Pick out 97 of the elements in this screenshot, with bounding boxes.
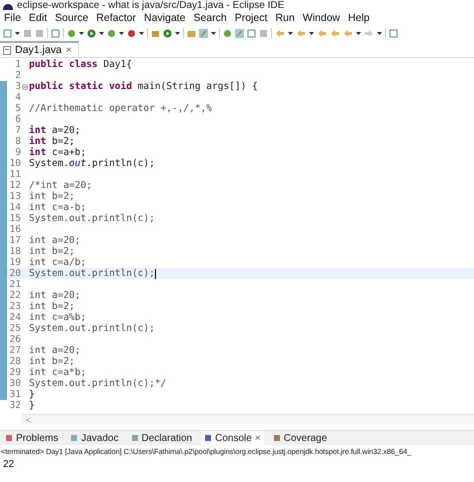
line-number: 8	[14, 136, 21, 147]
text-cursor	[154, 268, 156, 278]
pen-icon[interactable]	[235, 28, 244, 38]
code-line: }	[29, 389, 35, 400]
line-number: 13	[8, 191, 21, 202]
panel-tab-icon	[272, 434, 281, 442]
line-number: 6	[14, 114, 21, 125]
code-line: System.out.println(c);*/	[29, 378, 166, 389]
menu-item[interactable]: Help	[348, 12, 370, 24]
line-number: 21	[8, 279, 21, 290]
play-icon[interactable]	[163, 28, 172, 38]
menu-item[interactable]: File	[4, 12, 21, 24]
collapse-icon[interactable]	[22, 84, 28, 90]
toolbar-separator	[63, 28, 64, 38]
code-line: int b=2;	[29, 356, 75, 367]
panel-tab[interactable]: Declaration	[128, 431, 196, 445]
code-line: //Arithematic operator +,-,/,*,%	[29, 103, 212, 114]
panel-tab-icon	[70, 434, 78, 442]
line-number: 9	[14, 147, 21, 158]
code-line: int c=a-b;	[29, 202, 86, 213]
line-number: 31	[8, 389, 21, 400]
code-line: int a=20;	[29, 345, 80, 356]
java-file-icon	[3, 46, 11, 54]
line-number: 17	[8, 235, 21, 246]
close-icon[interactable]: ×	[254, 432, 261, 444]
code-line: int c=a*b;	[29, 367, 86, 378]
close-icon[interactable]: ×	[66, 44, 72, 56]
window-title: eclipse-workspace - what is java/src/Day1.java - Eclipse IDE	[17, 0, 284, 11]
toolbar-separator	[271, 28, 272, 38]
line-number: 2	[14, 70, 21, 81]
line-number: 16	[8, 224, 21, 235]
line-number: 27	[8, 345, 21, 356]
code-line: System.out.println(c);	[29, 158, 155, 169]
panel-tab[interactable]: Coverage	[270, 431, 330, 445]
line-number: 3	[14, 81, 21, 92]
eclipse-logo-icon	[3, 2, 13, 10]
code-line: System.out.println(c);	[29, 213, 155, 224]
line-number: 19	[8, 257, 21, 268]
code-line: }	[29, 400, 35, 411]
line-number: 22	[8, 290, 21, 301]
code-line: int a=20;	[29, 290, 80, 301]
toolbar-separator	[385, 28, 386, 38]
code-line: int a=20;	[29, 125, 80, 136]
code-line: int c=a/b;	[29, 257, 86, 268]
menu-item[interactable]: Refactor	[96, 12, 136, 24]
menu-item[interactable]: Window	[302, 12, 340, 24]
editor-tab[interactable]: Day1.java ×	[0, 41, 79, 57]
code-line: public class Day1{	[29, 59, 132, 70]
menu-item[interactable]: Run	[275, 12, 295, 24]
pen-icon[interactable]	[199, 28, 208, 38]
line-number: 20	[8, 268, 21, 279]
line-number: 29	[8, 367, 21, 378]
code-line: /*int a=20;	[29, 180, 92, 191]
line-number: 32	[8, 400, 21, 411]
menu-item[interactable]: Project	[234, 12, 268, 24]
code-line: int b=2;	[29, 136, 75, 147]
code-line: System.out.println(c);	[29, 323, 155, 334]
code-line: public static void main(String args[]) {	[29, 81, 258, 92]
menu-item[interactable]: Edit	[28, 12, 48, 24]
play-icon[interactable]	[87, 28, 96, 38]
panel-tab-icon	[5, 434, 13, 442]
console-output: 22	[3, 459, 14, 470]
line-number: 11	[8, 169, 21, 180]
toolbar-separator	[183, 28, 184, 38]
toolbar-separator	[47, 28, 48, 38]
toolbar-separator	[147, 28, 148, 38]
menu-item[interactable]: Search	[193, 12, 227, 24]
code-line: int b=2;	[29, 246, 75, 257]
line-number: 1	[14, 59, 21, 70]
code-line: int b=2;	[29, 191, 75, 202]
panel-tab[interactable]: Problems	[2, 431, 62, 445]
line-number: 15	[8, 213, 21, 224]
code-line: int c=a%b;	[29, 312, 86, 323]
line-number: 25	[8, 323, 21, 334]
panel-tab-icon	[204, 434, 212, 442]
line-number: 30	[8, 378, 21, 389]
code-line: int a=20;	[29, 235, 80, 246]
menu-item[interactable]: Source	[55, 12, 88, 24]
panel-tab[interactable]: Console ×	[201, 431, 264, 445]
line-number: 26	[8, 334, 21, 345]
code-line: int c=a+b;	[29, 147, 86, 158]
menu-item[interactable]: Navigate	[144, 12, 186, 24]
code-line: System.out.println(c);	[29, 268, 156, 279]
line-number: 12	[8, 180, 21, 191]
line-number: 7	[14, 125, 21, 136]
line-number: 23	[8, 301, 21, 312]
line-number: 4	[14, 92, 21, 103]
code-line: int b=2;	[29, 301, 75, 312]
panel-tab[interactable]: Javadoc	[67, 431, 122, 445]
line-number: 28	[8, 356, 21, 367]
toolbar-separator	[219, 28, 220, 38]
line-number: 18	[8, 246, 21, 257]
line-number: 10	[8, 158, 21, 169]
line-number: 5	[14, 103, 21, 114]
panel-tab-icon	[130, 434, 138, 442]
line-number: 14	[8, 202, 21, 213]
line-number: 24	[8, 312, 21, 323]
